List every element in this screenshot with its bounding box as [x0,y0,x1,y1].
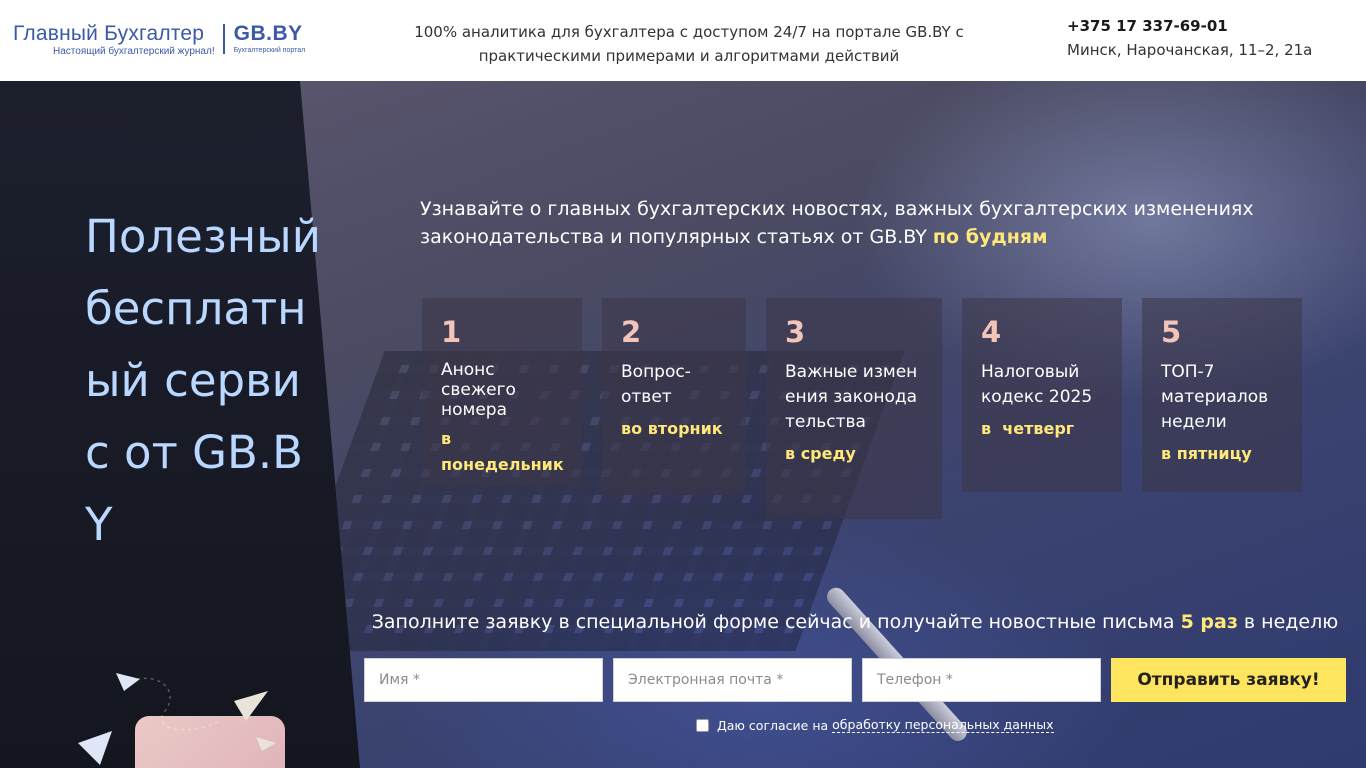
card-day: в четверг [981,419,1075,438]
logo-gb: GB.BY [233,22,303,45]
hero-title: Полезный бесплатный сервис от GB.BY [85,210,321,551]
phone-placeholder: Телефон * [877,672,953,688]
address: Минск, Нарочанская, 11–2, 21а [1067,41,1313,59]
consent-row: Даю согласие на обработку персональных д… [696,717,1054,733]
paper-plane-icon [78,731,112,765]
hero-intro-highlight: по будням [932,226,1048,248]
card-number: 1 [441,315,462,349]
submit-button[interactable]: Отправить заявку! [1111,658,1346,702]
card-day: в понедельник [441,429,564,474]
paper-planes-decoration [78,673,276,765]
paper-plane-icon [256,737,276,751]
hero-section: Полезный бесплатный сервис от GB.BY Узна… [0,81,1366,768]
card-day: в среду [785,444,856,463]
site-header: Главный Бухгалтер Настоящий бухгалтерски… [0,0,1366,81]
logo-title: Главный Бухгалтер [13,22,205,45]
header-contact: +375 17 337-69-01 Минск, Нарочанская, 11… [1067,15,1312,63]
paper-plane-icon [234,691,268,721]
schedule-card-4: 4 Налоговый кодекс 2025 в четверг [962,298,1122,492]
card-day: в пятницу [1161,444,1252,463]
form-heading-post: в неделю [1237,611,1339,633]
card-title: Важные изменения законодательства [785,362,918,432]
schedule-card-1: 1 Анонс свежего номера в понедельник [422,298,582,486]
logo-divider [222,24,225,54]
phone-link[interactable]: +375 17 337-69-01 [1067,15,1312,37]
schedule-card-2: 2 Вопрос-ответ во вторник [602,298,746,494]
name-placeholder: Имя * [379,672,420,688]
logo-gb-subtitle: Бухгалтерский портал [233,47,306,54]
hero-intro-text: Узнавайте о главных бухгалтерских новост… [420,198,1254,248]
card-number: 5 [1161,315,1182,349]
consent-checkbox[interactable] [696,718,709,732]
paper-plane-icon [116,673,140,691]
card-title: Вопрос-ответ [621,362,691,407]
schedule-card-3: 3 Важные изменения законодательства в ср… [766,298,942,519]
schedule-card-5: 5 ТОП-7 материалов недели в пятницу [1142,298,1302,492]
card-number: 3 [785,315,806,349]
site-logo[interactable]: Главный Бухгалтер Настоящий бухгалтерски… [13,22,305,58]
form-heading: Заполните заявку в специальной форме сей… [364,609,1346,635]
phone-input[interactable]: Телефон * [862,658,1101,702]
card-number: 4 [981,315,1002,349]
form-heading-pre: Заполните заявку в специальной форме сей… [371,611,1181,633]
card-title: Налоговый кодекс 2025 [981,362,1093,407]
email-input[interactable]: Электронная почта * [613,658,852,702]
form-heading-bold: 5 раз [1180,611,1238,633]
name-input[interactable]: Имя * [364,658,603,702]
privacy-link[interactable]: обработку персональных данных [832,717,1054,733]
header-tagline: 100% аналитика для бухгалтера с доступом… [414,23,964,65]
hero-intro: Узнавайте о главных бухгалтерских новост… [420,195,1260,251]
card-title: Анонс свежего номера [441,360,516,420]
card-number: 2 [621,315,642,349]
email-placeholder: Электронная почта * [628,672,784,688]
logo-subtitle: Настоящий бухгалтерский журнал! [53,46,215,57]
consent-text: Даю согласие на [717,717,829,733]
card-day: во вторник [621,419,723,438]
card-title: ТОП-7 материалов недели [1161,362,1269,432]
